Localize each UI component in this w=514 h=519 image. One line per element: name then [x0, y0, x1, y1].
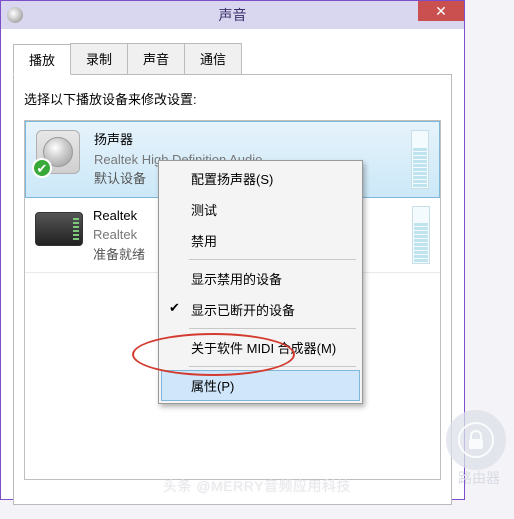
- instruction-text: 选择以下播放设备来修改设置:: [24, 89, 441, 108]
- menu-disable[interactable]: 禁用: [161, 225, 360, 256]
- tab-strip: 播放 录制 声音 通信: [13, 43, 452, 75]
- window-title: 声音: [1, 5, 464, 25]
- check-icon: ✔: [169, 300, 180, 316]
- menu-properties[interactable]: 属性(P): [161, 370, 360, 401]
- tab-playback[interactable]: 播放: [13, 44, 71, 75]
- digital-output-icon: [35, 206, 79, 250]
- level-meter: [412, 206, 430, 265]
- title-bar: 声音 ✕: [1, 1, 464, 29]
- speaker-icon: ✔: [36, 130, 80, 174]
- lock-icon: [458, 422, 494, 458]
- watermark-badge: [446, 410, 506, 470]
- menu-show-disabled[interactable]: 显示禁用的设备: [161, 263, 360, 294]
- tab-sounds[interactable]: 声音: [127, 43, 185, 74]
- menu-test[interactable]: 测试: [161, 194, 360, 225]
- menu-separator: [189, 328, 356, 329]
- footer-attribution: 头条 @MERRY音频应用科技: [0, 476, 514, 496]
- menu-show-disconnected[interactable]: ✔ 显示已断开的设备: [161, 294, 360, 325]
- menu-configure-speakers[interactable]: 配置扬声器(S): [161, 163, 360, 194]
- close-button[interactable]: ✕: [418, 1, 464, 21]
- level-meter: [411, 130, 429, 189]
- close-icon: ✕: [435, 4, 447, 18]
- menu-about-midi[interactable]: 关于软件 MIDI 合成器(M): [161, 332, 360, 363]
- tab-communications[interactable]: 通信: [184, 43, 242, 74]
- menu-label: 显示已断开的设备: [191, 303, 295, 318]
- device-name: 扬声器: [94, 130, 411, 150]
- tab-recording[interactable]: 录制: [70, 43, 128, 74]
- menu-separator: [189, 259, 356, 260]
- menu-separator: [189, 366, 356, 367]
- default-check-icon: ✔: [32, 158, 52, 178]
- context-menu: 配置扬声器(S) 测试 禁用 显示禁用的设备 ✔ 显示已断开的设备 关于软件 M…: [158, 160, 363, 404]
